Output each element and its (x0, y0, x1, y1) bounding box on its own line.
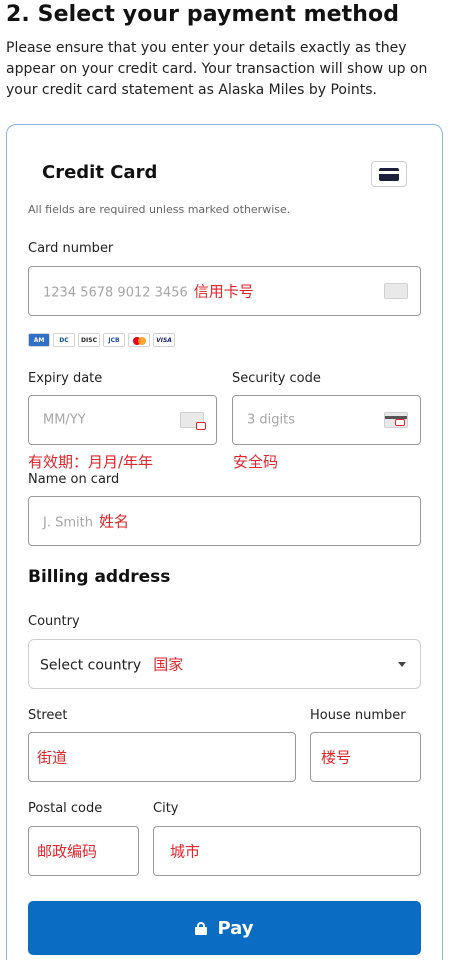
discover-icon: DISC (78, 333, 100, 347)
name-placeholder: J. Smith (43, 515, 93, 531)
street-input[interactable]: 街道 (28, 732, 296, 782)
card-expiry-icon (180, 412, 206, 430)
city-input[interactable]: 城市 (153, 826, 421, 876)
credit-card-icon (371, 161, 407, 187)
security-code-label: Security code (232, 371, 321, 386)
country-annotation: 国家 (153, 655, 184, 674)
jcb-icon: JCB (103, 333, 125, 347)
security-code-annotation: 安全码 (233, 453, 279, 471)
card-brands: AM DC DISC JCB VISA (28, 333, 175, 347)
pay-button-label: Pay (217, 917, 254, 939)
name-annotation: 姓名 (98, 512, 129, 531)
chevron-down-icon (398, 662, 406, 667)
diners-icon: DC (53, 333, 75, 347)
page-title: 2. Select your payment method (6, 2, 400, 27)
postal-code-annotation: 邮政编码 (37, 842, 98, 861)
street-label: Street (28, 708, 68, 723)
postal-code-label: Postal code (28, 801, 103, 816)
pay-button[interactable]: Pay (28, 901, 421, 955)
expiry-input[interactable]: MM/YY (28, 395, 217, 445)
expiry-annotation: 有效期：月月/年年 (28, 453, 154, 471)
house-number-label: House number (310, 708, 406, 723)
street-annotation: 街道 (37, 748, 68, 767)
card-number-label: Card number (28, 241, 114, 256)
card-number-input[interactable]: 1234 5678 9012 3456 信用卡号 (28, 266, 421, 316)
country-select[interactable]: Select country 国家 (28, 639, 421, 689)
city-label: City (153, 801, 179, 816)
required-note: All fields are required unless marked ot… (28, 203, 291, 216)
card-cvc-icon (384, 412, 408, 428)
country-label: Country (28, 614, 80, 629)
name-on-card-label: Name on card (28, 472, 120, 487)
billing-address-title: Billing address (28, 567, 171, 587)
country-value: Select country (40, 657, 142, 674)
lock-icon (195, 921, 208, 935)
intro-text: Please ensure that you enter your detail… (6, 40, 428, 98)
card-generic-icon (384, 283, 408, 299)
amex-icon: AM (28, 333, 50, 347)
house-number-input[interactable]: 楼号 (310, 732, 421, 782)
credit-card-title: Credit Card (42, 162, 158, 183)
card-number-annotation: 信用卡号 (193, 282, 254, 301)
card-number-placeholder: 1234 5678 9012 3456 (43, 285, 188, 301)
expiry-placeholder: MM/YY (43, 412, 86, 428)
postal-code-input[interactable]: 邮政编码 (28, 826, 139, 876)
expiry-label: Expiry date (28, 371, 103, 386)
mastercard-icon (128, 333, 150, 347)
security-code-input[interactable]: 3 digits (232, 395, 421, 445)
security-code-placeholder: 3 digits (247, 412, 296, 428)
payment-card-panel: Credit Card All fields are required unle… (6, 124, 443, 960)
house-number-annotation: 楼号 (321, 748, 352, 767)
city-annotation: 城市 (170, 842, 201, 861)
name-on-card-input[interactable]: J. Smith 姓名 (28, 496, 421, 546)
visa-icon: VISA (153, 333, 175, 347)
